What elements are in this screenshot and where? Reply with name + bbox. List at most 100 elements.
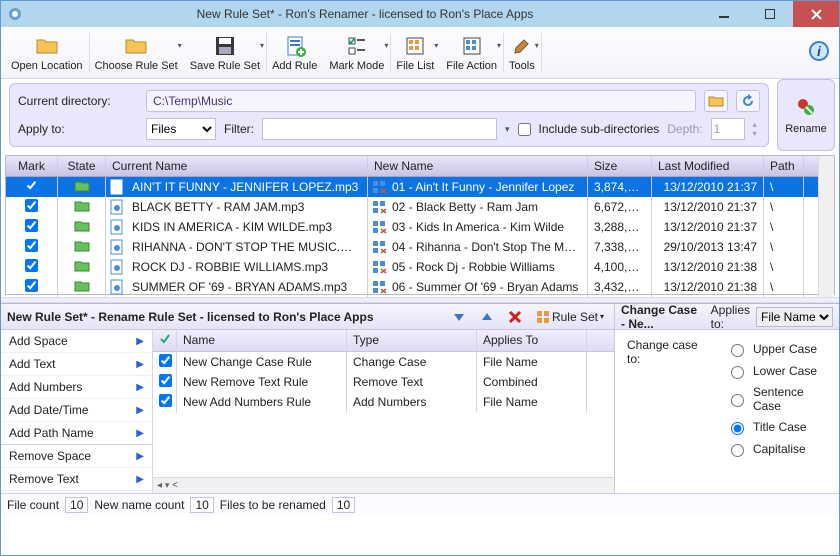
mark-checkbox[interactable] [25, 179, 38, 192]
action-label: Remove Text [9, 472, 79, 486]
rule-action-item[interactable]: Remove Space▶ [1, 445, 152, 468]
browse-folder-button[interactable] [704, 90, 728, 112]
last-modified: 13/12/2010 21:37 [652, 177, 764, 197]
rule-action-item[interactable]: Add Path Name▶ [1, 422, 152, 445]
case-radio[interactable] [731, 344, 744, 357]
state-icon [74, 259, 90, 273]
table-row[interactable]: ROCK DJ - ROBBIE WILLIAMS.mp305 - Rock D… [6, 257, 818, 277]
last-modified: 29/10/2013 13:47 [652, 237, 764, 257]
table-row[interactable]: SUMMER OF '69 - BRYAN ADAMS.mp306 - Summ… [6, 277, 818, 297]
rule-applies-to: Combined [477, 372, 587, 392]
action-label: Remove Space [9, 449, 91, 463]
minimize-button[interactable] [701, 1, 747, 27]
file-list-button[interactable]: File List▾ [390, 27, 440, 78]
save-rule-set-button[interactable]: Save Rule Set▾ [184, 27, 266, 78]
apply-to-select[interactable]: Files [146, 118, 216, 140]
file-path: \ [764, 257, 804, 277]
case-option[interactable]: Capitalise [726, 438, 827, 460]
filter-dropdown-icon[interactable]: ▾ [505, 124, 510, 135]
rule-action-item[interactable]: Remove Text▶ [1, 468, 152, 491]
file-count-value: 10 [65, 497, 88, 513]
rule-row[interactable]: New Remove Text RuleRemove TextCombined [153, 372, 614, 392]
rename-button[interactable]: Rename [777, 79, 835, 151]
title-bar: New Rule Set* - Ron's Renamer - licensed… [1, 1, 839, 27]
include-subdirs-checkbox[interactable] [518, 123, 531, 136]
rules-col-type[interactable]: Type [347, 330, 477, 351]
mark-mode-icon [345, 34, 369, 58]
case-option[interactable]: Sentence Case [726, 382, 827, 416]
tools-button[interactable]: Tools▾ [503, 27, 541, 78]
rule-move-up-button[interactable] [476, 309, 498, 325]
chevron-right-icon: ▶ [136, 382, 144, 393]
file-icon [110, 179, 124, 197]
case-radio[interactable] [731, 394, 744, 407]
mark-checkbox[interactable] [25, 259, 38, 272]
rules-horizontal-scrollbar[interactable]: ◂ ▾ < [153, 477, 614, 493]
rule-type: Add Numbers [347, 392, 477, 412]
col-modified[interactable]: Last Modified [652, 156, 764, 176]
current-directory-path[interactable]: C:\Temp\Music [146, 90, 696, 112]
table-row[interactable]: RIHANNA - DON'T STOP THE MUSIC.mp304 - R… [6, 237, 818, 257]
col-path[interactable]: Path [764, 156, 804, 176]
directory-panel: Current directory: C:\Temp\Music Apply t… [9, 83, 769, 147]
rule-enabled-checkbox[interactable] [159, 394, 172, 407]
col-state[interactable]: State [58, 156, 106, 176]
rule-delete-button[interactable] [504, 309, 526, 325]
rule-action-item[interactable]: Add Space▶ [1, 330, 152, 353]
applies-to-select[interactable]: File Name [756, 307, 833, 327]
add-rule-button[interactable]: Add Rule [266, 27, 323, 78]
table-row[interactable]: KIDS IN AMERICA - KIM WILDE.mp303 - Kids… [6, 217, 818, 237]
case-option[interactable]: Lower Case [726, 360, 827, 382]
rule-action-item[interactable]: Add Text▶ [1, 353, 152, 376]
mark-checkbox[interactable] [25, 239, 38, 252]
rule-row[interactable]: New Change Case RuleChange CaseFile Name [153, 352, 614, 372]
case-radio[interactable] [731, 366, 744, 379]
col-current-name[interactable]: Current Name [106, 156, 368, 176]
rules-col-check[interactable] [153, 330, 177, 351]
files-to-rename-value: 10 [332, 497, 355, 513]
case-radio[interactable] [731, 422, 744, 435]
rule-row[interactable]: New Add Numbers RuleAdd NumbersFile Name [153, 392, 614, 412]
file-list-icon [403, 34, 427, 58]
rules-col-applies[interactable]: Applies To [477, 330, 587, 351]
open-location-button[interactable]: Open Location [5, 27, 89, 78]
rule-applies-to: File Name [477, 392, 587, 412]
info-icon[interactable]: i [807, 39, 831, 66]
depth-input [711, 118, 745, 140]
maximize-button[interactable] [747, 1, 793, 27]
current-name: AIN'T IT FUNNY - JENNIFER LOPEZ.mp3 [132, 180, 358, 194]
rename-icon [372, 239, 388, 257]
rule-enabled-checkbox[interactable] [159, 354, 172, 367]
filter-input[interactable] [262, 118, 497, 140]
rule-enabled-checkbox[interactable] [159, 374, 172, 387]
col-new-name[interactable]: New Name [368, 156, 588, 176]
col-mark[interactable]: Mark [6, 156, 58, 176]
app-window: New Rule Set* - Ron's Renamer - licensed… [0, 0, 840, 556]
grid-vertical-scrollbar[interactable] [818, 156, 834, 297]
mark-checkbox[interactable] [25, 219, 38, 232]
file-action-button[interactable]: File Action▾ [440, 27, 503, 78]
close-button[interactable] [793, 1, 839, 27]
file-size: 3,874,984 [588, 177, 652, 197]
rule-name: New Change Case Rule [177, 352, 347, 372]
rule-move-down-button[interactable] [448, 309, 470, 325]
col-size[interactable]: Size [588, 156, 652, 176]
refresh-button[interactable] [736, 90, 760, 112]
file-icon [110, 279, 124, 297]
action-label: Add Date/Time [9, 403, 89, 417]
choose-rule-set-button[interactable]: Choose Rule Set▾ [89, 27, 184, 78]
mark-checkbox[interactable] [25, 279, 38, 292]
mark-mode-button[interactable]: Mark Mode▾ [323, 27, 390, 78]
rule-action-item[interactable]: Add Numbers▶ [1, 376, 152, 399]
rule-action-item[interactable]: Add Date/Time▶ [1, 399, 152, 422]
case-option[interactable]: Title Case [726, 416, 827, 438]
case-radio[interactable] [731, 444, 744, 457]
rules-col-name[interactable]: Name [177, 330, 347, 351]
case-option[interactable]: Upper Case [726, 338, 827, 360]
table-row[interactable]: BLACK BETTY - RAM JAM.mp302 - Black Bett… [6, 197, 818, 217]
mark-checkbox[interactable] [25, 199, 38, 212]
table-row[interactable]: AIN'T IT FUNNY - JENNIFER LOPEZ.mp301 - … [6, 177, 818, 197]
add-rule-icon [283, 34, 307, 58]
rule-set-menu-button[interactable]: Rule Set ▾ [532, 309, 608, 325]
rules-panel: New Rule Set* - Rename Rule Set - licens… [1, 304, 615, 493]
